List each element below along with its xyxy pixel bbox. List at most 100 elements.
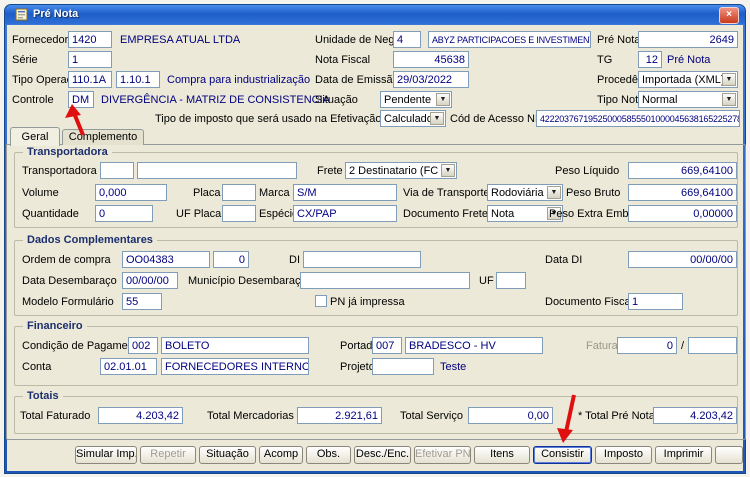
total-mercadorias-label: Total Mercadorias bbox=[207, 409, 294, 423]
consistir-button[interactable]: Consistir bbox=[533, 446, 592, 464]
condicao-pagamento-code-field[interactable]: 002 bbox=[128, 337, 158, 354]
obs-button[interactable]: Obs. bbox=[306, 446, 351, 464]
tipo-nota-select[interactable]: Normal ▼ bbox=[638, 91, 738, 108]
marca-label: Marca bbox=[259, 186, 290, 200]
condicao-pagamento-label: Condição de Pagamento bbox=[22, 339, 143, 353]
nota-fiscal-field[interactable]: 45638 bbox=[393, 51, 469, 68]
pn-ja-impressa-checkbox[interactable] bbox=[315, 295, 327, 307]
portador-name-field[interactable]: BRADESCO - HV bbox=[405, 337, 543, 354]
chevron-down-icon[interactable]: ▼ bbox=[430, 112, 444, 125]
desc-enc-button[interactable]: Desc./Enc. bbox=[354, 446, 411, 464]
frete-select[interactable]: 2 Destinatario (FC ▼ bbox=[345, 162, 457, 179]
modelo-formulario-field[interactable]: 55 bbox=[122, 293, 162, 310]
transportadora-name-field[interactable] bbox=[137, 162, 297, 179]
documento-fiscal-field[interactable]: 1 bbox=[628, 293, 683, 310]
simular-imp-button[interactable]: Simular Imp. bbox=[75, 446, 137, 464]
situacao-value: Pendente bbox=[384, 94, 431, 106]
peso-liquido-label: Peso Líquido bbox=[555, 164, 619, 178]
total-servico-field[interactable]: 0,00 bbox=[468, 407, 553, 424]
cod-acesso-nfe-field[interactable]: 4222037671952500058555010000456381652252… bbox=[536, 110, 740, 127]
close-icon: × bbox=[726, 9, 732, 20]
via-transporte-value: Rodoviária bbox=[491, 187, 544, 199]
tg-code-field[interactable]: 12 bbox=[638, 51, 662, 68]
chevron-down-icon[interactable]: ▼ bbox=[547, 186, 561, 199]
peso-bruto-field[interactable]: 669,64100 bbox=[628, 184, 737, 201]
transportadora-code-field[interactable] bbox=[100, 162, 134, 179]
chevron-down-icon[interactable]: ▼ bbox=[436, 93, 450, 106]
peso-extra-field[interactable]: 0,00000 bbox=[628, 205, 737, 222]
controle-label: Controle bbox=[12, 93, 54, 107]
tipo-operacao-cfop-field[interactable]: 1.10.1 bbox=[116, 71, 160, 88]
unidade-negocio-name-field[interactable]: ABYZ PARTICIPACOES E INVESTIMENTOS LT bbox=[428, 31, 591, 48]
portador-code-field[interactable]: 007 bbox=[372, 337, 402, 354]
fatura-field[interactable]: 0 bbox=[617, 337, 677, 354]
data-emissao-field[interactable]: 29/03/2022 bbox=[393, 71, 469, 88]
via-transporte-select[interactable]: Rodoviária ▼ bbox=[487, 184, 563, 201]
ordem-compra-num-field[interactable]: 0 bbox=[213, 251, 249, 268]
chevron-down-icon[interactable]: ▼ bbox=[722, 73, 736, 86]
chevron-down-icon[interactable]: ▼ bbox=[722, 93, 736, 106]
data-di-field[interactable]: 00/00/00 bbox=[628, 251, 737, 268]
marca-field[interactable]: S/M bbox=[293, 184, 397, 201]
uf-label: UF bbox=[479, 274, 494, 288]
annotation-arrow-controle bbox=[64, 104, 90, 138]
unidade-negocio-code-field[interactable]: 4 bbox=[393, 31, 421, 48]
data-emissao-label: Data de Emissão bbox=[315, 73, 399, 87]
quantidade-field[interactable]: 0 bbox=[95, 205, 153, 222]
municipio-desembaraco-field[interactable] bbox=[300, 272, 470, 289]
projeto-field[interactable] bbox=[372, 358, 434, 375]
serie-field[interactable]: 1 bbox=[68, 51, 112, 68]
situacao-label: Situação bbox=[315, 93, 358, 107]
acomp-button[interactable]: Acomp bbox=[259, 446, 303, 464]
pre-nota-window: Pré Nota × Fornecedor 1420 EMPRESA ATUAL… bbox=[0, 0, 750, 477]
pre-nota-number-field[interactable]: 2649 bbox=[638, 31, 738, 48]
procedencia-value: Importada (XML) bbox=[642, 74, 725, 86]
placa-field[interactable] bbox=[222, 184, 256, 201]
total-pre-nota-field[interactable]: 4.203,42 bbox=[653, 407, 737, 424]
group-transportadora-title: Transportadora bbox=[23, 145, 112, 159]
peso-liquido-field[interactable]: 669,64100 bbox=[628, 162, 737, 179]
situacao-select[interactable]: Pendente ▼ bbox=[380, 91, 452, 108]
ordem-compra-field[interactable]: OO04383 bbox=[122, 251, 210, 268]
uf-placa-field[interactable] bbox=[222, 205, 256, 222]
data-desembaraco-field[interactable]: 00/00/00 bbox=[122, 272, 178, 289]
title-bar[interactable]: Pré Nota × bbox=[5, 5, 745, 24]
imposto-button[interactable]: Imposto bbox=[595, 446, 652, 464]
window-icon bbox=[15, 8, 28, 21]
chevron-down-icon[interactable]: ▼ bbox=[441, 164, 455, 177]
tg-label: TG bbox=[597, 53, 612, 67]
imprimir-button[interactable]: Imprimir bbox=[655, 446, 712, 464]
total-faturado-label: Total Faturado bbox=[20, 409, 90, 423]
fornecedor-label: Fornecedor bbox=[12, 33, 68, 47]
fornecedor-name-text: EMPRESA ATUAL LTDA bbox=[120, 33, 240, 47]
situacao-button[interactable]: Situação bbox=[199, 446, 256, 464]
edge-button[interactable] bbox=[715, 446, 743, 464]
tab-geral[interactable]: Geral bbox=[10, 127, 60, 146]
total-servico-label: Total Serviço bbox=[400, 409, 463, 423]
conta-code-field[interactable]: 02.01.01 bbox=[100, 358, 157, 375]
fatura-parcela-field[interactable] bbox=[688, 337, 737, 354]
projeto-label: Projeto bbox=[340, 360, 375, 374]
group-financeiro: Financeiro bbox=[14, 326, 738, 386]
tipo-imposto-select[interactable]: Calculado ▼ bbox=[380, 110, 446, 127]
itens-button[interactable]: Itens bbox=[474, 446, 530, 464]
fatura-separator: / bbox=[681, 339, 684, 353]
especie-field[interactable]: CX/PAP bbox=[293, 205, 397, 222]
uf-field[interactable] bbox=[496, 272, 526, 289]
condicao-pagamento-name-field[interactable]: BOLETO bbox=[161, 337, 309, 354]
total-mercadorias-field[interactable]: 2.921,61 bbox=[297, 407, 382, 424]
close-button[interactable]: × bbox=[719, 7, 739, 24]
fornecedor-code-field[interactable]: 1420 bbox=[68, 31, 112, 48]
controle-name-text: DIVERGÊNCIA - MATRIZ DE CONSISTENCIA bbox=[101, 93, 330, 107]
total-faturado-field[interactable]: 4.203,42 bbox=[98, 407, 183, 424]
peso-bruto-label: Peso Bruto bbox=[566, 186, 620, 200]
tipo-nota-value: Normal bbox=[642, 94, 677, 106]
tipo-operacao-code-field[interactable]: 110.1A bbox=[68, 71, 112, 88]
di-field[interactable] bbox=[303, 251, 421, 268]
volume-field[interactable]: 0,000 bbox=[95, 184, 167, 201]
group-totais-title: Totais bbox=[23, 389, 63, 403]
procedencia-select[interactable]: Importada (XML) ▼ bbox=[638, 71, 738, 88]
conta-name-field[interactable]: FORNECEDORES INTERNOS bbox=[161, 358, 309, 375]
projeto-name-text: Teste bbox=[440, 360, 466, 374]
documento-frete-label: Documento Frete bbox=[403, 207, 488, 221]
